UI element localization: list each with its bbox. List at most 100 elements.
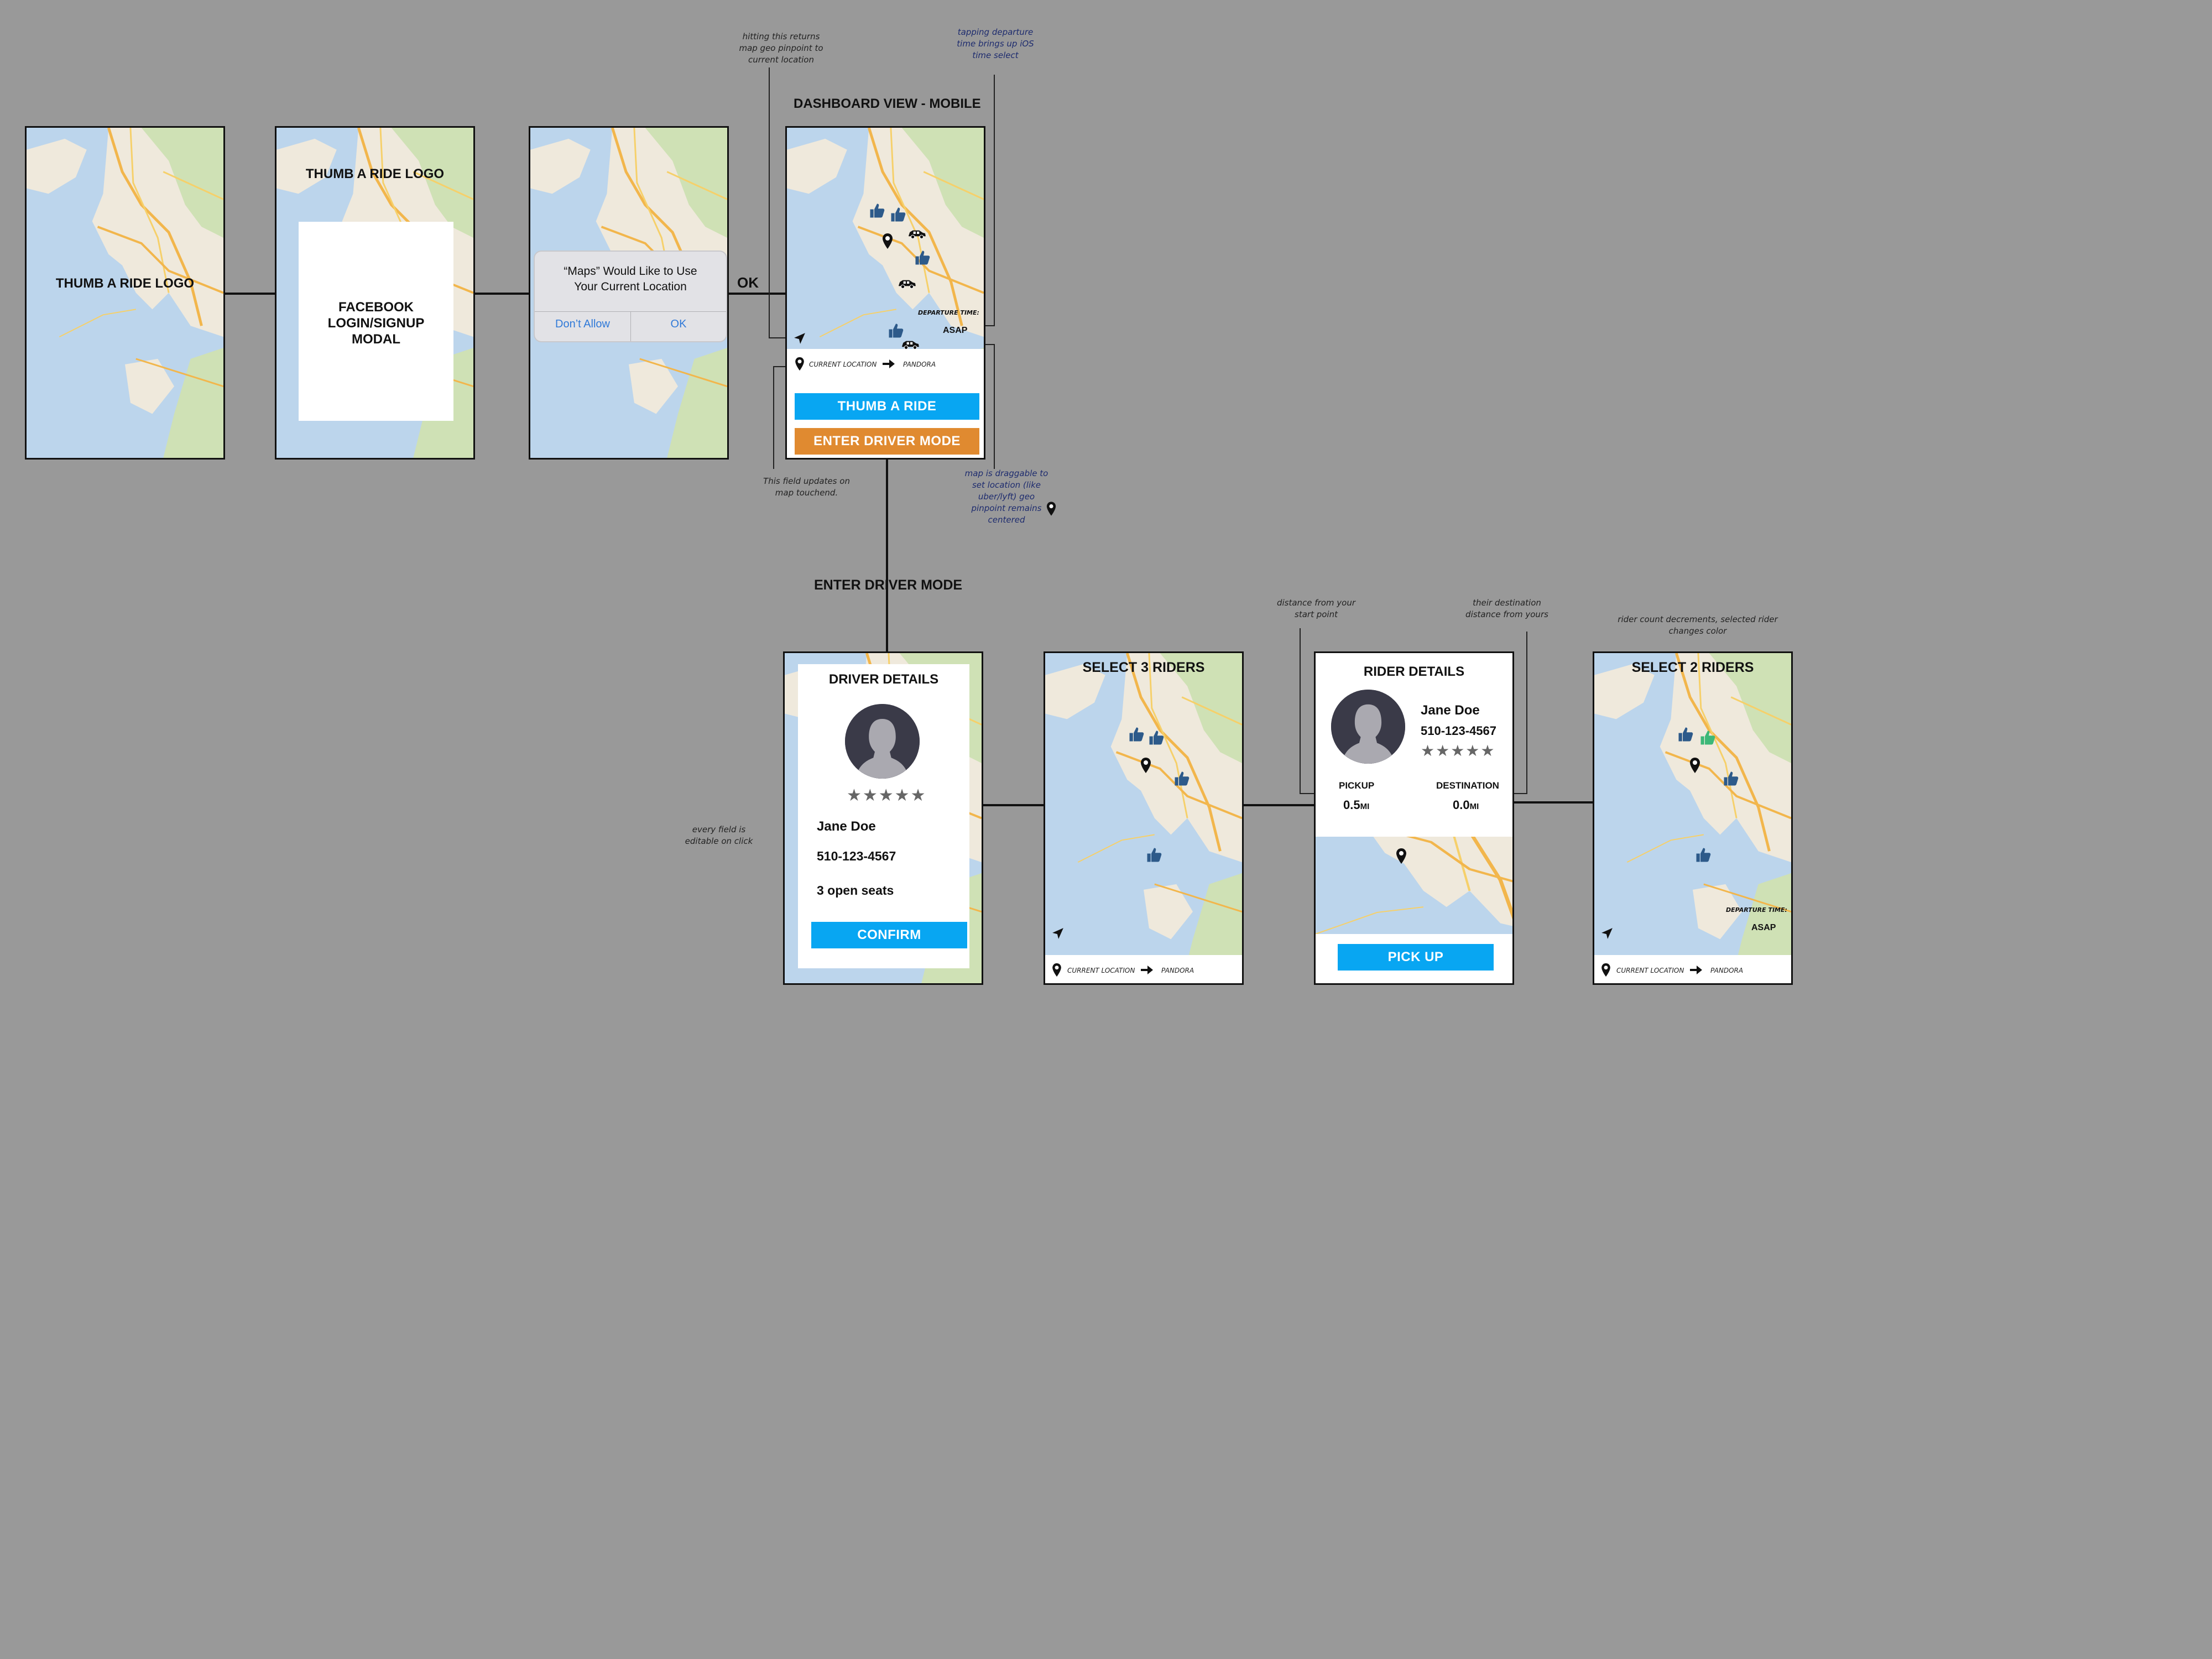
location-arrow-icon[interactable]: [794, 332, 806, 345]
screen-location-permission: “Maps” Would Like to Use Your Current Lo…: [529, 126, 729, 460]
thumbs-up-icon[interactable]: [1173, 770, 1190, 787]
dont-allow-button[interactable]: Don’t Allow: [535, 318, 630, 331]
driver-details-title: DRIVER DETAILS: [828, 672, 939, 687]
screen-select-3-riders: SELECT 3 RIDERS CURRENT LOCATION PANDORA: [1044, 651, 1244, 985]
thumb-a-ride-button[interactable]: THUMB A RIDE: [795, 393, 979, 420]
map-pin-icon: [1396, 848, 1407, 864]
leader-recenter: [769, 67, 770, 338]
route-from: CURRENT LOCATION: [809, 361, 877, 368]
screen-splash: THUMB A RIDE LOGO: [25, 126, 225, 460]
route-from: CURRENT LOCATION: [1067, 967, 1135, 974]
driver-phone[interactable]: 510-123-4567: [817, 849, 896, 864]
thumbs-up-icon[interactable]: [914, 249, 931, 266]
connector-select3-rider: [1243, 804, 1315, 806]
rider-map: [1316, 837, 1512, 934]
star-rating: ★★★★★: [1421, 742, 1496, 759]
annotation-draggable: map is draggable to set location (like u…: [964, 468, 1048, 525]
annotation-distance-dest: their destination distance from yours: [1465, 598, 1548, 619]
thumbs-up-icon[interactable]: [869, 202, 885, 219]
pick-up-button[interactable]: PICK UP: [1338, 944, 1494, 971]
location-arrow-icon[interactable]: [1601, 927, 1613, 940]
annotation-distance-start: distance from your start point: [1276, 598, 1356, 619]
map-pin-icon: [1689, 757, 1700, 774]
enter-driver-mode-button[interactable]: ENTER DRIVER MODE: [795, 428, 979, 455]
leader-departure: [994, 75, 995, 326]
app-logo: THUMB A RIDE LOGO: [55, 276, 195, 291]
arrow-right-icon: [1689, 964, 1703, 975]
app-logo: THUMB A RIDE LOGO: [305, 166, 445, 181]
leader-draggable: [994, 344, 995, 469]
route-bar[interactable]: CURRENT LOCATION PANDORA: [1045, 955, 1242, 983]
map-pin-icon: [795, 357, 805, 371]
connector-s2-s3: [474, 293, 530, 295]
route-bar[interactable]: CURRENT LOCATION PANDORA: [1594, 955, 1791, 983]
route-from: CURRENT LOCATION: [1616, 967, 1684, 974]
open-seats[interactable]: 3 open seats: [817, 883, 894, 898]
annotation-recenter: hitting this returns map geo pinpoint to…: [739, 32, 823, 65]
connector-s1-s2: [224, 293, 276, 295]
flow-label-ok: OK: [737, 274, 759, 291]
thumbs-up-icon[interactable]: [1148, 729, 1165, 746]
destination-label: DESTINATION: [1436, 780, 1499, 791]
destination-distance: 0.0MI: [1453, 798, 1479, 812]
ok-button[interactable]: OK: [631, 318, 726, 331]
facebook-login-modal[interactable]: FACEBOOK LOGIN/SIGNUP MODAL: [299, 222, 453, 421]
thumbs-up-icon[interactable]: [888, 322, 904, 339]
confirm-button[interactable]: CONFIRM: [811, 922, 967, 948]
departure-time-value[interactable]: ASAP: [943, 326, 967, 336]
driver-name[interactable]: Jane Doe: [817, 819, 876, 834]
permission-alert: “Maps” Would Like to Use Your Current Lo…: [534, 251, 727, 342]
thumbs-up-selected-icon[interactable]: [1699, 729, 1716, 746]
map-background[interactable]: [1045, 653, 1242, 983]
thumbs-up-icon[interactable]: [1723, 770, 1739, 787]
rider-name: Jane Doe: [1421, 703, 1480, 718]
rider-phone: 510-123-4567: [1421, 724, 1497, 738]
map-pin-icon: [1052, 963, 1062, 977]
departure-time-label[interactable]: DEPARTURE TIME:: [918, 309, 979, 316]
screen-driver-details: DRIVER DETAILS ★★★★★ Jane Doe 510-123-45…: [783, 651, 983, 985]
map-background[interactable]: [1594, 653, 1791, 983]
star-rating[interactable]: ★★★★★: [847, 786, 926, 805]
leader-distance-start: [1300, 628, 1301, 794]
screen-rider-details: RIDER DETAILS Jane Doe 510-123-4567 ★★★★…: [1314, 651, 1514, 985]
select-riders-title: SELECT 2 RIDERS: [1631, 660, 1754, 675]
thumbs-up-icon[interactable]: [1695, 847, 1712, 863]
map-background: [27, 128, 223, 458]
screen-dashboard: DEPARTURE TIME: ASAP CURRENT LOCATION PA…: [785, 126, 985, 460]
screen-select-2-riders: SELECT 2 RIDERS DEPARTURE TIME: ASAP CUR…: [1593, 651, 1793, 985]
annotation-editable: every field is editable on click: [685, 825, 753, 846]
annotation-rider-count: rider count decrements, selected rider c…: [1618, 614, 1778, 636]
car-icon: [901, 339, 920, 350]
connector-dashboard-driver: [886, 459, 888, 653]
map-pin-icon: [1046, 501, 1056, 517]
avatar-icon: [1331, 690, 1405, 764]
connector-rider-select2: [1514, 801, 1593, 804]
pickup-label: PICKUP: [1339, 780, 1375, 791]
connector-driver-select3: [983, 804, 1045, 806]
arrow-right-icon: [882, 358, 895, 369]
route-to: PANDORA: [1710, 967, 1744, 974]
alert-title: “Maps” Would Like to Use Your Current Lo…: [564, 265, 697, 293]
avatar-icon[interactable]: [845, 704, 920, 779]
flow-label-enter-driver-mode: ENTER DRIVER MODE: [814, 577, 963, 593]
location-arrow-icon[interactable]: [1052, 927, 1064, 940]
screen-login: THUMB A RIDE LOGO FACEBOOK LOGIN/SIGNUP …: [275, 126, 475, 460]
map-pin-icon: [882, 233, 893, 249]
map-pin-icon: [1601, 963, 1611, 977]
thumbs-up-icon[interactable]: [1128, 726, 1145, 743]
leader-field-updates: [773, 366, 774, 469]
dashboard-bottom-panel: CURRENT LOCATION PANDORA THUMB A RIDE EN…: [787, 349, 984, 458]
departure-time-value[interactable]: ASAP: [1751, 923, 1776, 933]
leader-distance-dest: [1526, 632, 1527, 794]
map-pin-icon: [1140, 757, 1151, 774]
thumbs-up-icon[interactable]: [1146, 847, 1162, 863]
route-bar[interactable]: CURRENT LOCATION PANDORA: [787, 349, 984, 379]
route-to: PANDORA: [1161, 967, 1194, 974]
departure-time-label[interactable]: DEPARTURE TIME:: [1726, 906, 1787, 914]
thumbs-up-icon[interactable]: [890, 206, 906, 223]
modal-text: FACEBOOK LOGIN/SIGNUP MODAL: [327, 300, 425, 347]
annotation-field-updates: This field updates on map touchend.: [763, 476, 850, 498]
car-icon: [907, 228, 926, 239]
driver-details-card: DRIVER DETAILS ★★★★★ Jane Doe 510-123-45…: [798, 664, 969, 968]
thumbs-up-icon[interactable]: [1677, 726, 1694, 743]
